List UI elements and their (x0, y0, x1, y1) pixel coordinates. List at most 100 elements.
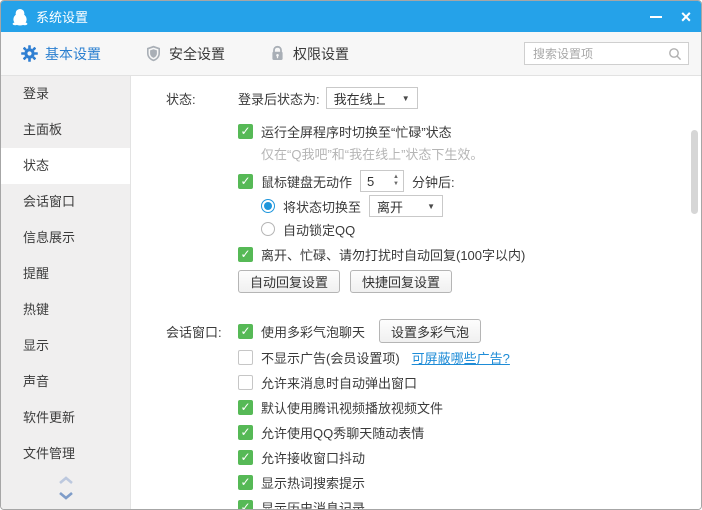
switch-status-value: 离开 (377, 199, 404, 215)
hot-words-checkbox[interactable] (238, 474, 253, 490)
main-area: 登录 主面板 状态 会话窗口 信息展示 提醒 热键 显示 声音 软件更新 文件管… (1, 76, 701, 509)
minimize-icon (650, 15, 662, 18)
fullscreen-busy-note-row: 仅在“Q我吧”和“我在线上”状态下生效。 (166, 145, 701, 162)
sidebar-item-software-update[interactable]: 软件更新 (1, 400, 130, 436)
qq-logo-icon (12, 8, 28, 25)
window-shake-label: 允许接收窗口抖动 (261, 450, 366, 466)
login-status-dropdown[interactable]: 我在线上 ▼ (325, 87, 418, 109)
tab-security-label: 安全设置 (169, 45, 225, 62)
titlebar: 系统设置 × (1, 1, 701, 32)
tab-basic-settings[interactable]: 基本设置 (21, 44, 101, 64)
window-title: 系统设置 (36, 10, 89, 25)
search-placeholder: 搜索设置项 (533, 47, 594, 61)
settings-content: 状态: 登录后状态为: 我在线上 ▼ 运行全屏程序时切换至“忙碌”状态 仅在“Q… (131, 76, 701, 509)
content-scrollbar[interactable] (691, 130, 698, 214)
qq-show-checkbox[interactable] (238, 424, 253, 440)
minimize-button[interactable] (641, 1, 671, 32)
tencent-video-checkbox[interactable] (238, 399, 253, 415)
sidebar-item-file-management[interactable]: 文件管理 (1, 436, 130, 472)
fullscreen-busy-label: 运行全屏程序时切换至“忙碌”状态 (261, 124, 452, 140)
window-shake-row: 允许接收窗口抖动 (166, 448, 701, 466)
hide-ads-label: 不显示广告(会员设置项) (261, 350, 400, 366)
idle-timeout-checkbox[interactable] (238, 173, 253, 189)
switch-status-radio-row: 将状态切换至 离开 ▼ (166, 195, 701, 217)
settings-window: 系统设置 × 基本设置 安全设置 权限设置 搜索设置项 登录 主面板 状态 会话… (0, 0, 702, 510)
switch-status-radio[interactable] (261, 199, 275, 213)
sidebar-item-hotkeys[interactable]: 热键 (1, 292, 130, 328)
stepper-arrows: ▲ ▼ (389, 171, 403, 191)
chat-section-label: 会话窗口: (166, 324, 222, 340)
close-icon: × (680, 6, 692, 27)
quick-reply-settings-button[interactable]: 快捷回复设置 (350, 270, 453, 293)
dropdown-arrow-icon: ▼ (401, 93, 410, 103)
tab-permission-label: 权限设置 (293, 45, 349, 62)
chevron-up-icon[interactable] (58, 476, 74, 485)
qq-show-row: 允许使用QQ秀聊天随动表情 (166, 423, 701, 441)
sidebar-item-chat-window[interactable]: 会话窗口 (1, 184, 130, 220)
status-section-label: 状态: (166, 91, 196, 107)
fullscreen-busy-note: 仅在“Q我吧”和“我在线上”状态下生效。 (261, 147, 484, 162)
switch-status-label: 将状态切换至 (283, 199, 362, 215)
auto-popup-label: 允许来消息时自动弹出窗口 (261, 375, 418, 391)
switch-status-dropdown[interactable]: 离开 ▼ (369, 195, 444, 217)
auto-reply-label: 离开、忙碌、请勿打扰时自动回复(100字以内) (261, 247, 526, 263)
sidebar-scroll-controls (1, 476, 130, 500)
hot-words-label: 显示热词搜索提示 (261, 475, 366, 491)
fullscreen-busy-row: 运行全屏程序时切换至“忙碌”状态 (166, 121, 701, 141)
tab-permission-settings[interactable]: 权限设置 (269, 44, 349, 64)
history-messages-checkbox[interactable] (238, 499, 253, 509)
close-button[interactable]: × (671, 1, 701, 32)
tencent-video-label: 默认使用腾讯视频播放视频文件 (261, 400, 444, 416)
history-messages-label: 显示历史消息记录 (261, 500, 366, 510)
tabbar: 基本设置 安全设置 权限设置 搜索设置项 (1, 32, 701, 76)
auto-reply-settings-button[interactable]: 自动回复设置 (238, 270, 341, 293)
idle-timeout-row: 鼠标键盘无动作 5 ▲ ▼ 分钟后: (166, 170, 701, 192)
sidebar-item-login[interactable]: 登录 (1, 76, 130, 112)
which-ads-link[interactable]: 可屏蔽哪些广告? (412, 348, 510, 367)
search-icon[interactable] (668, 47, 682, 61)
login-status-label: 登录后状态为: (238, 91, 320, 107)
stepper-up-icon[interactable]: ▲ (393, 174, 399, 181)
tab-basic-label: 基本设置 (45, 45, 101, 62)
auto-lock-radio[interactable] (261, 222, 275, 236)
history-messages-row: 显示历史消息记录 (166, 498, 701, 509)
login-status-row: 状态: 登录后状态为: 我在线上 ▼ (166, 87, 701, 109)
idle-timeout-label-before: 鼠标键盘无动作 (261, 174, 353, 190)
auto-popup-checkbox[interactable] (238, 374, 253, 390)
gear-icon (21, 45, 38, 62)
stepper-down-icon[interactable]: ▼ (393, 181, 399, 188)
hide-ads-checkbox[interactable] (238, 349, 253, 365)
auto-popup-row: 允许来消息时自动弹出窗口 (166, 373, 701, 391)
shield-icon (145, 45, 162, 62)
sidebar: 登录 主面板 状态 会话窗口 信息展示 提醒 热键 显示 声音 软件更新 文件管… (1, 76, 131, 509)
tencent-video-row: 默认使用腾讯视频播放视频文件 (166, 398, 701, 416)
chevron-down-icon[interactable] (58, 491, 74, 500)
lock-icon (269, 45, 286, 62)
bubble-settings-button[interactable]: 设置多彩气泡 (379, 319, 482, 343)
tab-security-settings[interactable]: 安全设置 (145, 44, 225, 64)
search-input[interactable]: 搜索设置项 (524, 42, 689, 65)
hide-ads-row: 不显示广告(会员设置项) 可屏蔽哪些广告? (166, 348, 701, 366)
sidebar-item-sound[interactable]: 声音 (1, 364, 130, 400)
auto-reply-row: 离开、忙碌、请勿打扰时自动回复(100字以内) (166, 245, 701, 263)
sidebar-item-main-panel[interactable]: 主面板 (1, 112, 130, 148)
sidebar-item-display[interactable]: 显示 (1, 328, 130, 364)
fullscreen-busy-checkbox[interactable] (238, 123, 253, 139)
bubble-chat-row: 会话窗口: 使用多彩气泡聊天 设置多彩气泡 (166, 319, 701, 343)
bubble-chat-checkbox[interactable] (238, 323, 253, 339)
qq-show-label: 允许使用QQ秀聊天随动表情 (261, 425, 425, 441)
auto-lock-label: 自动锁定QQ (283, 222, 356, 238)
dropdown-arrow-icon: ▼ (427, 201, 436, 211)
auto-lock-radio-row: 自动锁定QQ (166, 220, 701, 238)
idle-minutes-stepper[interactable]: 5 ▲ ▼ (360, 170, 405, 192)
hot-words-row: 显示热词搜索提示 (166, 473, 701, 491)
sidebar-item-status[interactable]: 状态 (1, 148, 130, 184)
sidebar-item-reminder[interactable]: 提醒 (1, 256, 130, 292)
window-shake-checkbox[interactable] (238, 449, 253, 465)
login-status-value: 我在线上 (333, 91, 386, 107)
bubble-chat-label: 使用多彩气泡聊天 (261, 324, 366, 340)
sidebar-item-info-display[interactable]: 信息展示 (1, 220, 130, 256)
auto-reply-checkbox[interactable] (238, 246, 253, 262)
idle-timeout-label-after: 分钟后: (412, 174, 455, 190)
reply-buttons-row: 自动回复设置 快捷回复设置 (166, 270, 701, 293)
